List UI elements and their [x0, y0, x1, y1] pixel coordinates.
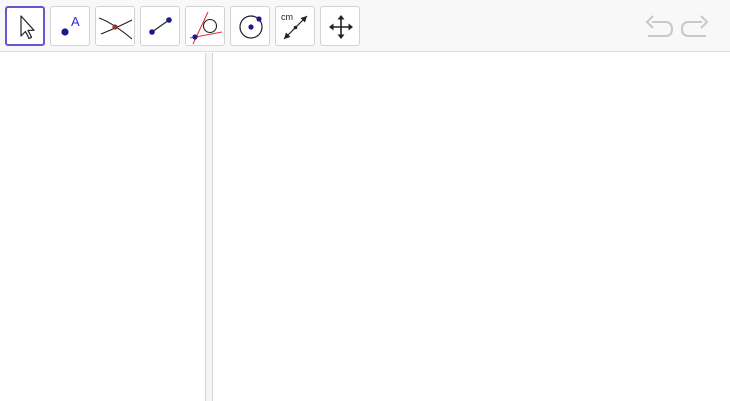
- redo-icon: [680, 15, 709, 37]
- toolbar: A cm: [0, 0, 730, 52]
- intersect-tool-button[interactable]: [95, 6, 135, 46]
- move-graphics-icon: [329, 15, 353, 39]
- segment-icon: [149, 17, 172, 35]
- undo-button[interactable]: [644, 12, 674, 40]
- distance-icon: cm: [281, 12, 308, 40]
- segment-tool-button[interactable]: [140, 6, 180, 46]
- undo-icon: [645, 15, 674, 37]
- distance-label: cm: [281, 12, 293, 22]
- tangent-icon: [189, 11, 223, 45]
- tangent-tool-button[interactable]: [185, 6, 225, 46]
- panel-splitter[interactable]: [205, 53, 213, 401]
- move-tool-button[interactable]: [5, 6, 45, 46]
- graphics-view[interactable]: [213, 53, 730, 401]
- distance-tool-button[interactable]: cm: [275, 6, 315, 46]
- algebra-view[interactable]: [0, 53, 205, 401]
- arrow-pointer-icon: [20, 15, 35, 40]
- redo-button[interactable]: [680, 12, 710, 40]
- circle-center-point-icon: [239, 15, 263, 39]
- point-icon: A: [61, 14, 80, 36]
- circle-tool-button[interactable]: [230, 6, 270, 46]
- intersect-icon: [98, 17, 133, 40]
- move-graphics-tool-button[interactable]: [320, 6, 360, 46]
- point-label: A: [71, 14, 80, 29]
- point-tool-button[interactable]: A: [50, 6, 90, 46]
